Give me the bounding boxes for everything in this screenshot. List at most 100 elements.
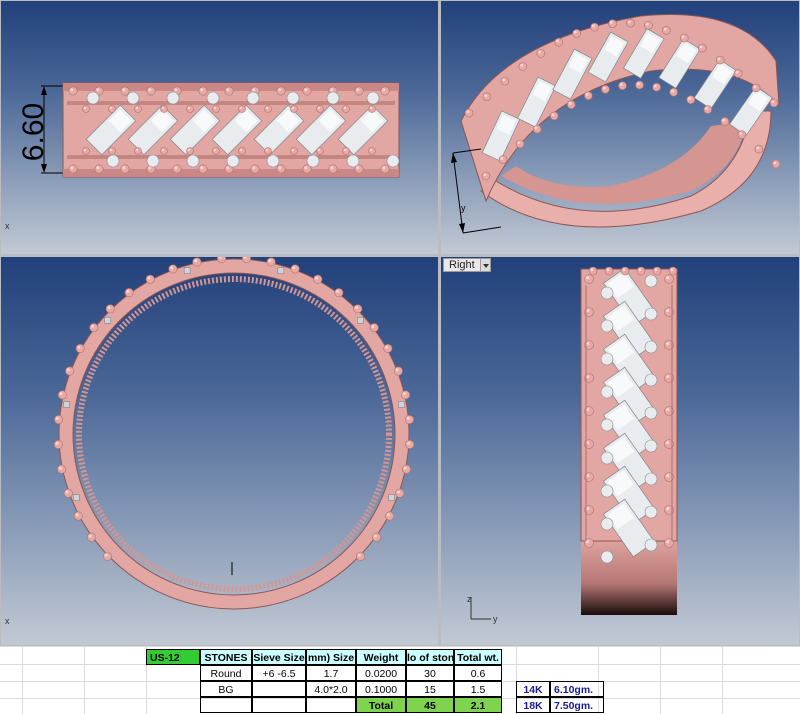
ring-size-cell[interactable]: US-12 xyxy=(146,649,200,665)
bead xyxy=(342,105,350,113)
metal-14k[interactable]: 14K xyxy=(516,681,550,697)
round-stone xyxy=(246,91,260,105)
bead xyxy=(276,86,286,96)
metal-18k[interactable]: 18K xyxy=(516,697,550,713)
viewport-front[interactable]: x 6.60 xyxy=(1,1,438,254)
bead xyxy=(68,164,78,174)
bead xyxy=(498,155,508,164)
top-ring-render: x xyxy=(5,257,415,626)
metal-14k-weight[interactable]: 6.10gm. xyxy=(550,681,604,697)
row1-weight[interactable]: 0.0200 xyxy=(356,665,406,681)
round-stone xyxy=(644,373,658,387)
header-total-wt[interactable]: Total wt. xyxy=(454,649,502,665)
round-stone xyxy=(644,340,658,354)
row2-count[interactable]: 15 xyxy=(406,681,454,697)
round-stone xyxy=(226,154,240,168)
row2-total[interactable]: 1.5 xyxy=(454,681,502,697)
row1-sieve[interactable]: +6 -6.5 xyxy=(252,665,306,681)
bead xyxy=(102,551,112,561)
row2-mm[interactable]: 4.0*2.0 xyxy=(306,681,356,697)
bead xyxy=(57,464,67,474)
round-stone xyxy=(600,451,614,465)
bead xyxy=(186,147,194,155)
bead xyxy=(264,147,272,155)
bead xyxy=(63,488,73,498)
bead xyxy=(395,488,405,498)
row1-mm[interactable]: 1.7 xyxy=(306,665,356,681)
bead xyxy=(697,43,707,53)
bead xyxy=(662,26,671,35)
bead xyxy=(342,147,350,155)
bead xyxy=(65,366,75,376)
bead xyxy=(652,266,662,276)
round-stone xyxy=(644,307,658,321)
bead xyxy=(771,159,781,169)
total-count[interactable]: 45 xyxy=(406,697,454,713)
header-no-of-stones[interactable]: lo of stone xyxy=(406,649,454,665)
total-empty-2[interactable] xyxy=(252,697,306,713)
header-sieve-size[interactable]: Sieve Size xyxy=(252,649,306,665)
inset-stone xyxy=(73,494,80,501)
row1-stone[interactable]: Round xyxy=(200,665,252,681)
round-stone xyxy=(186,154,200,168)
row2-stone[interactable]: BG xyxy=(200,681,252,697)
viewport-right[interactable]: Right z y xyxy=(441,257,799,645)
inset-stone xyxy=(183,267,191,274)
round-stone xyxy=(106,154,120,168)
total-label[interactable]: Total xyxy=(356,697,406,713)
metal-18k-weight[interactable]: 7.50gm. xyxy=(550,697,604,713)
perspective-ring-render: y xyxy=(451,13,781,234)
round-stone xyxy=(644,439,658,453)
bead xyxy=(664,274,674,284)
inset-stone xyxy=(388,494,395,501)
viewport-perspective[interactable]: y xyxy=(441,1,799,254)
bead xyxy=(401,390,411,400)
bead xyxy=(620,266,630,276)
bead xyxy=(368,105,376,113)
inset-stone xyxy=(277,267,285,274)
round-stone xyxy=(600,418,614,432)
header-weight[interactable]: Weight xyxy=(356,649,406,665)
bead xyxy=(500,76,510,86)
bead xyxy=(192,257,202,267)
total-empty-3[interactable] xyxy=(306,697,356,713)
bead xyxy=(328,164,338,174)
round-stone xyxy=(306,154,320,168)
bead xyxy=(404,415,414,425)
inset-stone xyxy=(63,401,70,408)
row1-total[interactable]: 0.6 xyxy=(454,665,502,681)
row2-sieve[interactable] xyxy=(252,681,306,697)
row1-count[interactable]: 30 xyxy=(406,665,454,681)
round-stone xyxy=(600,385,614,399)
header-stones[interactable]: STONES xyxy=(200,649,252,665)
bead xyxy=(290,105,298,113)
bead xyxy=(518,62,528,71)
bead xyxy=(238,105,246,113)
bead xyxy=(669,87,678,97)
bead xyxy=(393,366,403,376)
bead xyxy=(385,511,395,521)
header-mm-size[interactable]: mm) Size xyxy=(306,649,356,665)
bead xyxy=(481,171,491,181)
bead xyxy=(316,147,324,155)
bead xyxy=(145,274,155,284)
inset-stone xyxy=(104,316,111,324)
total-weight[interactable]: 2.1 xyxy=(454,697,502,713)
total-empty-1[interactable] xyxy=(200,697,252,713)
bead xyxy=(608,19,617,28)
round-stone xyxy=(600,319,614,333)
bead xyxy=(172,164,182,174)
bead xyxy=(464,108,474,118)
bead xyxy=(212,105,220,113)
axis-z-label: z xyxy=(467,594,472,604)
bead xyxy=(108,105,116,113)
bead xyxy=(290,264,300,274)
round-stone xyxy=(644,406,658,420)
bead xyxy=(369,323,379,333)
round-stone xyxy=(386,154,400,168)
bead xyxy=(276,164,286,174)
viewport-area: x 6.60 y x Right z y xyxy=(0,0,800,646)
viewport-top[interactable]: x xyxy=(1,257,438,645)
row2-weight[interactable]: 0.1000 xyxy=(356,681,406,697)
bead xyxy=(380,86,390,96)
